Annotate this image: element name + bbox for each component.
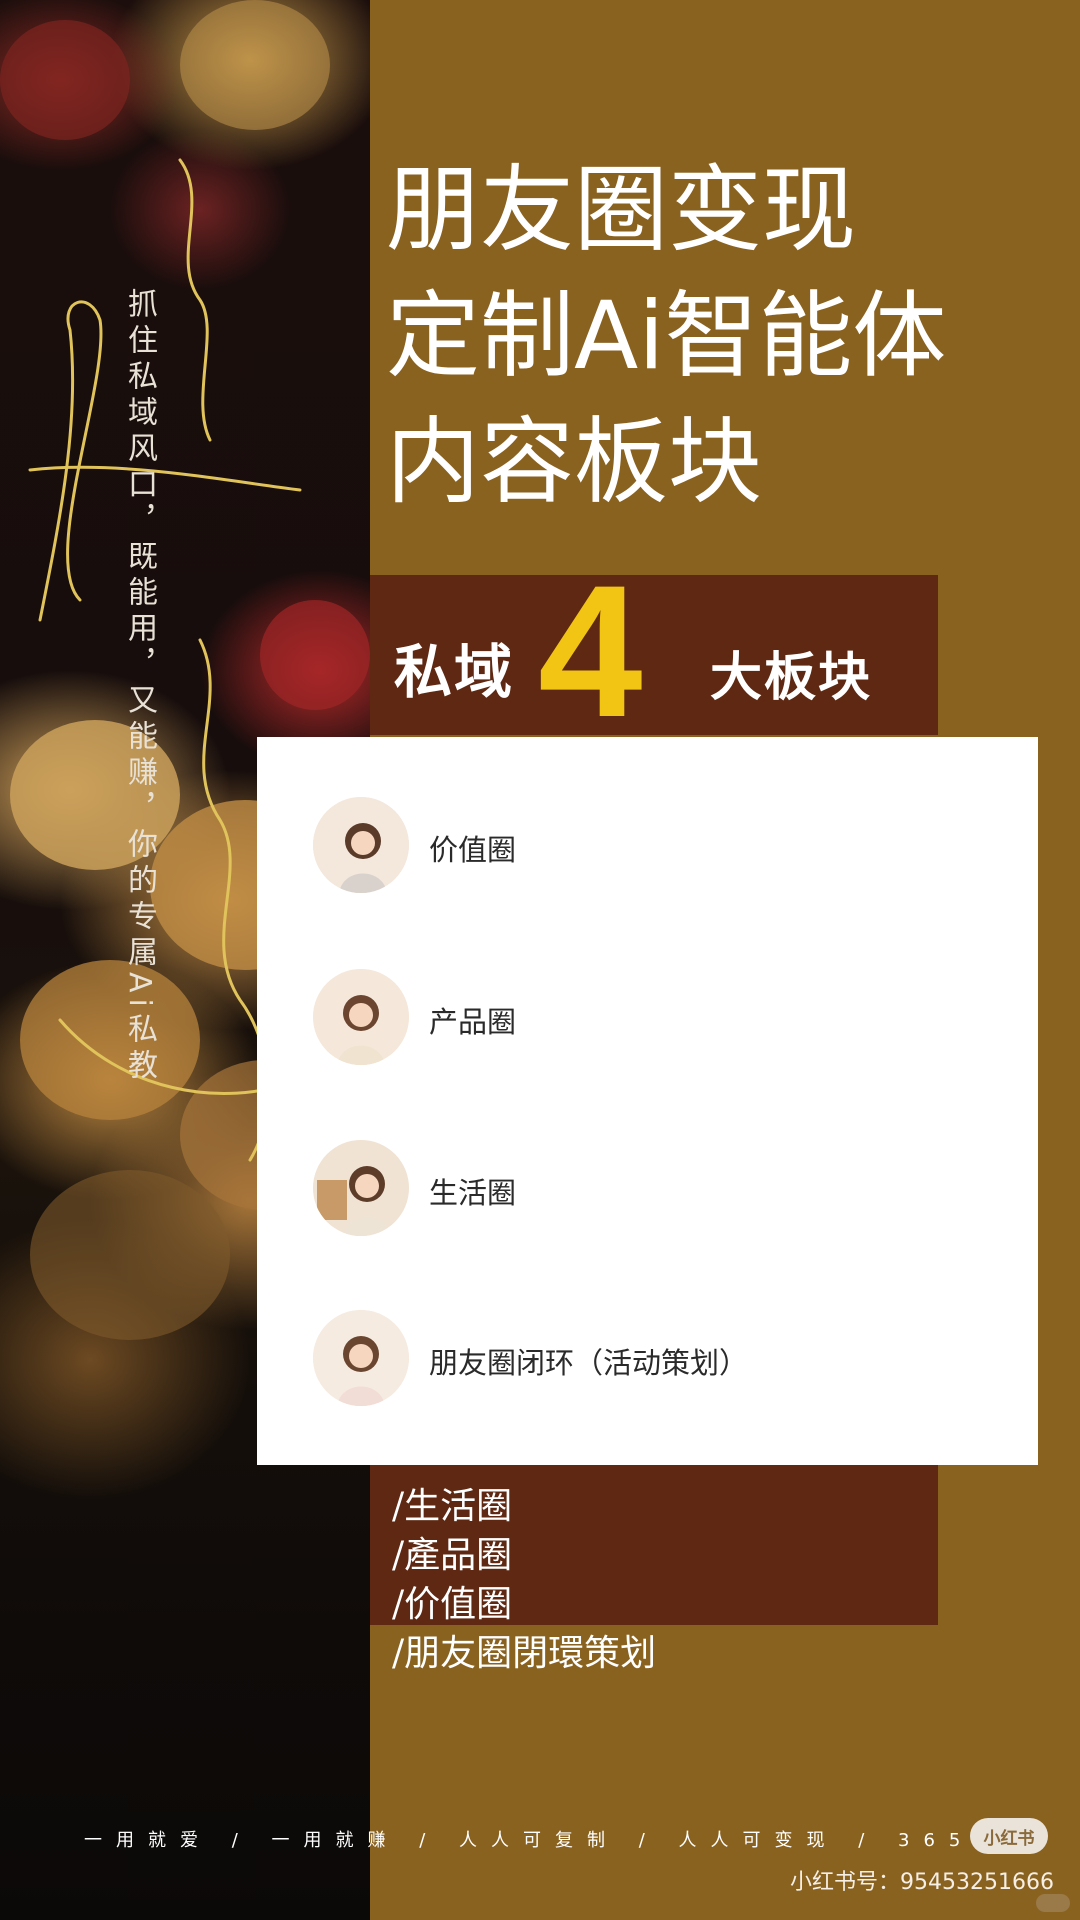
list-item: /產品圈 (392, 1535, 513, 1576)
agent-item-value[interactable]: 价值圈 (313, 797, 963, 893)
footer-account-id: 小红书号：95453251666 (790, 1870, 1054, 1895)
banner-prefix: 私域 (394, 638, 515, 706)
list-item: /朋友圈閉環策划 (392, 1633, 657, 1674)
agent-item-loop[interactable]: 朋友圈闭环（活动策划） (313, 1310, 963, 1406)
avatar-life-icon (313, 1140, 409, 1236)
list-item: /生活圈 (392, 1486, 513, 1527)
list-item: /价值圈 (392, 1584, 513, 1625)
agent-item-life[interactable]: 生活圈 (313, 1140, 963, 1236)
title-line: 朋友圈变现 (386, 156, 857, 265)
agent-item-label: 生活圈 (429, 1176, 517, 1210)
banner-suffix: 大板块 (710, 648, 873, 708)
title-line: 定制Ai智能体 (386, 282, 947, 391)
xiaohongshu-badge: 小红书 (970, 1818, 1048, 1854)
section-banner: 私域 4 大板块 (370, 551, 938, 751)
script-stroke (178, 158, 212, 442)
script-stroke (38, 300, 103, 622)
photo-slogan: 抓住私域风口，既能用，又能赚，你的专属Ai私教 (122, 288, 157, 1085)
agent-item-label: 朋友圈闭环（活动策划） (429, 1346, 749, 1380)
agent-list-card: 价值圈 产品圈 生活圈 朋友圈闭环（活动策划） (257, 737, 1038, 1465)
agent-item-product[interactable]: 产品圈 (313, 969, 963, 1065)
agent-item-label: 价值圈 (429, 833, 517, 867)
avatar-value-icon (313, 797, 409, 893)
badge-label: 小红书 (983, 1828, 1035, 1849)
banner-number: 4 (538, 546, 643, 756)
category-list: /生活圈 /產品圈 /价值圈 /朋友圈閉環策划 (392, 1482, 656, 1678)
avatar-product-icon (313, 969, 409, 1065)
page-title: 朋友圈变现 定制Ai智能体 内容板块 (386, 148, 1026, 526)
script-stroke (28, 465, 302, 492)
title-line: 内容板块 (386, 408, 763, 517)
watermark-pill (1036, 1894, 1070, 1912)
avatar-loop-icon (313, 1310, 409, 1406)
agent-item-label: 产品圈 (429, 1005, 517, 1039)
footer-slogan: 一用就爱 / 一用就赚 / 人人可复制 / 人人可变现 / 365之 (84, 1830, 1007, 1851)
